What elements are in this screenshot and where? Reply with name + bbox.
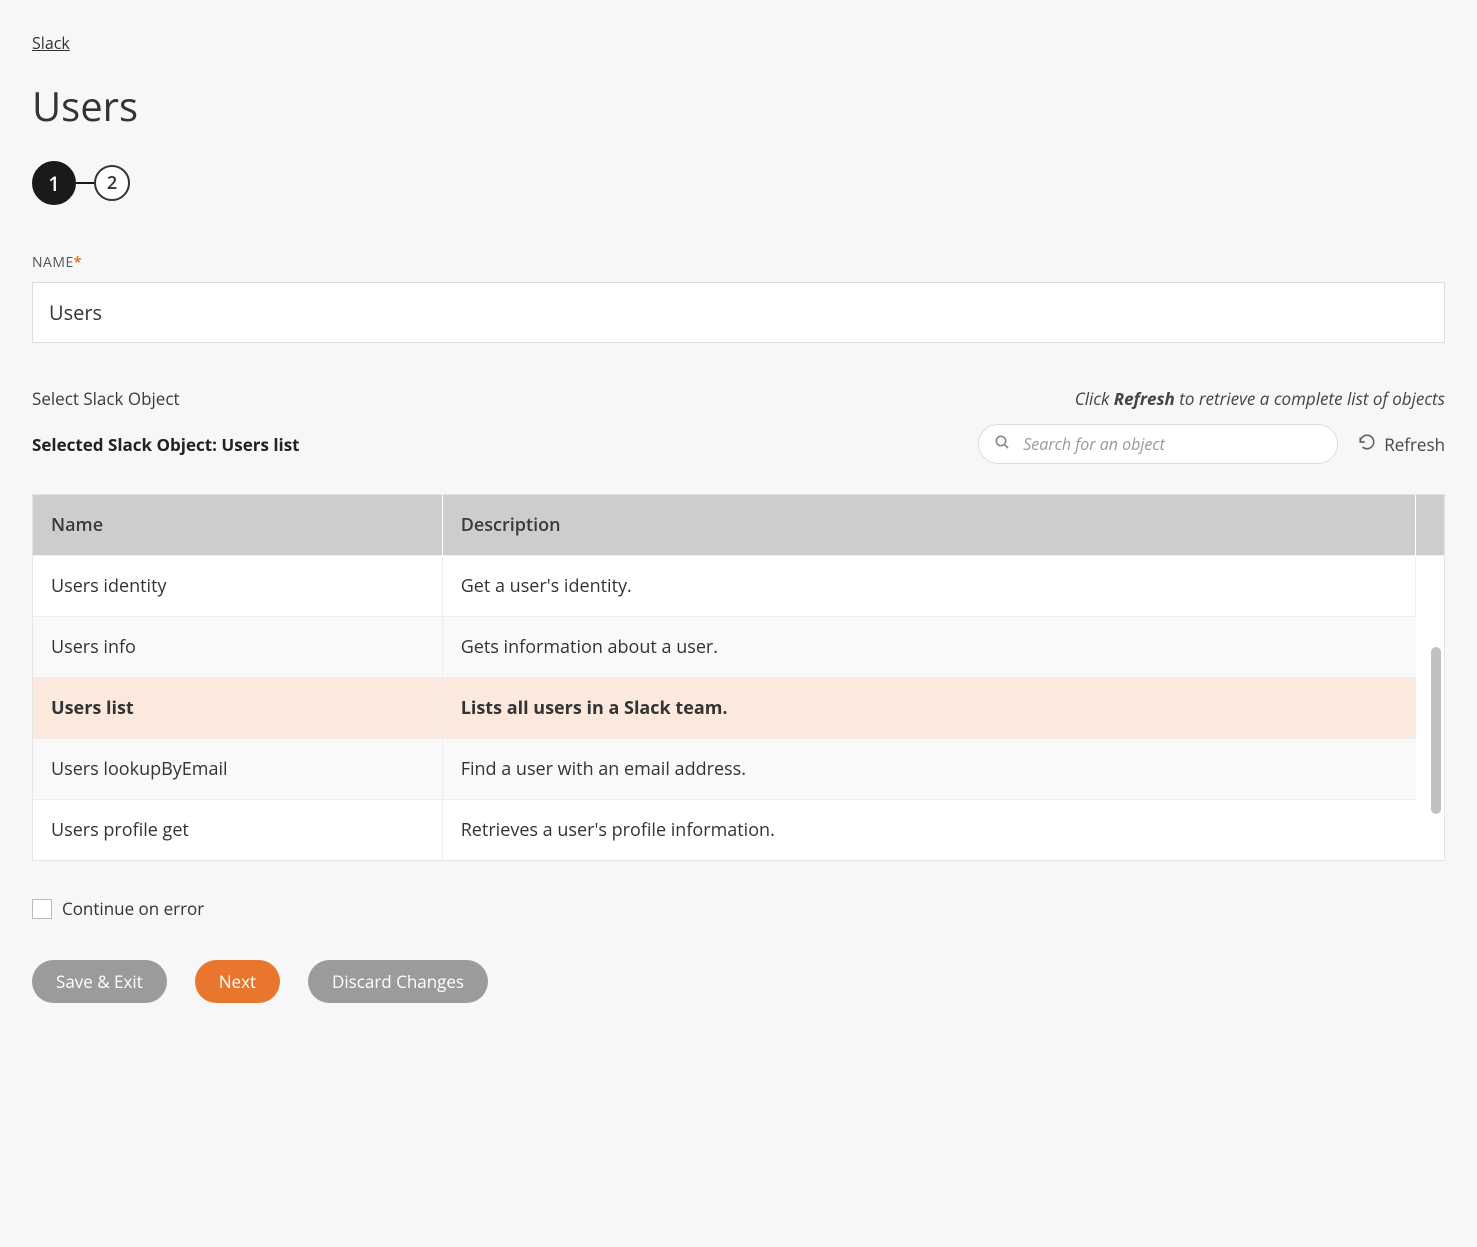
- object-table: Name Description Users identityGet a use…: [33, 495, 1444, 860]
- continue-on-error-label[interactable]: Continue on error: [62, 897, 204, 920]
- cell-description: Lists all users in a Slack team.: [442, 678, 1416, 739]
- scrollbar-thumb[interactable]: [1431, 647, 1441, 814]
- refresh-hint: Click Refresh to retrieve a complete lis…: [1075, 387, 1445, 410]
- cell-name: Users profile get: [33, 800, 442, 861]
- name-label-text: NAME: [32, 253, 74, 272]
- scrollbar-gutter[interactable]: [1416, 556, 1444, 861]
- select-object-label: Select Slack Object: [32, 387, 180, 410]
- cell-name: Users info: [33, 617, 442, 678]
- cell-description: Get a user's identity.: [442, 556, 1416, 617]
- step-1[interactable]: 1: [32, 161, 76, 205]
- cell-description: Find a user with an email address.: [442, 739, 1416, 800]
- col-header-description[interactable]: Description: [442, 495, 1416, 556]
- table-row[interactable]: Users listLists all users in a Slack tea…: [33, 678, 1444, 739]
- hint-bold: Refresh: [1114, 387, 1175, 410]
- search-input[interactable]: [978, 424, 1338, 464]
- name-input[interactable]: [32, 282, 1445, 343]
- cell-name: Users lookupByEmail: [33, 739, 442, 800]
- continue-on-error-checkbox[interactable]: [32, 899, 52, 919]
- refresh-icon: [1358, 433, 1376, 456]
- name-field-label: NAME*: [32, 253, 1445, 272]
- object-table-wrap: Name Description Users identityGet a use…: [32, 494, 1445, 861]
- breadcrumb-slack[interactable]: Slack: [32, 32, 70, 54]
- table-row[interactable]: Users lookupByEmailFind a user with an e…: [33, 739, 1444, 800]
- cell-name: Users identity: [33, 556, 442, 617]
- table-row[interactable]: Users identityGet a user's identity.: [33, 556, 1444, 617]
- table-row[interactable]: Users profile getRetrieves a user's prof…: [33, 800, 1444, 861]
- cell-description: Gets information about a user.: [442, 617, 1416, 678]
- search-wrap: [978, 424, 1338, 464]
- cell-name: Users list: [33, 678, 442, 739]
- step-2[interactable]: 2: [94, 165, 130, 201]
- stepper: 1 2: [32, 161, 1445, 205]
- hint-suffix: to retrieve a complete list of objects: [1175, 387, 1445, 410]
- selected-prefix: Selected Slack Object:: [32, 433, 221, 456]
- discard-changes-button[interactable]: Discard Changes: [308, 960, 488, 1003]
- cell-description: Retrieves a user's profile information.: [442, 800, 1416, 861]
- page-title: Users: [32, 78, 1445, 133]
- selected-value: Users list: [221, 433, 299, 456]
- table-row[interactable]: Users infoGets information about a user.: [33, 617, 1444, 678]
- hint-prefix: Click: [1075, 387, 1114, 410]
- col-header-name[interactable]: Name: [33, 495, 442, 556]
- save-exit-button[interactable]: Save & Exit: [32, 960, 167, 1003]
- required-star: *: [74, 253, 82, 272]
- refresh-button[interactable]: Refresh: [1358, 433, 1445, 456]
- next-button[interactable]: Next: [195, 960, 280, 1003]
- step-connector: [76, 182, 94, 184]
- selected-object-text: Selected Slack Object: Users list: [32, 433, 300, 456]
- refresh-label: Refresh: [1384, 433, 1445, 456]
- scroll-gutter-head: [1416, 495, 1444, 556]
